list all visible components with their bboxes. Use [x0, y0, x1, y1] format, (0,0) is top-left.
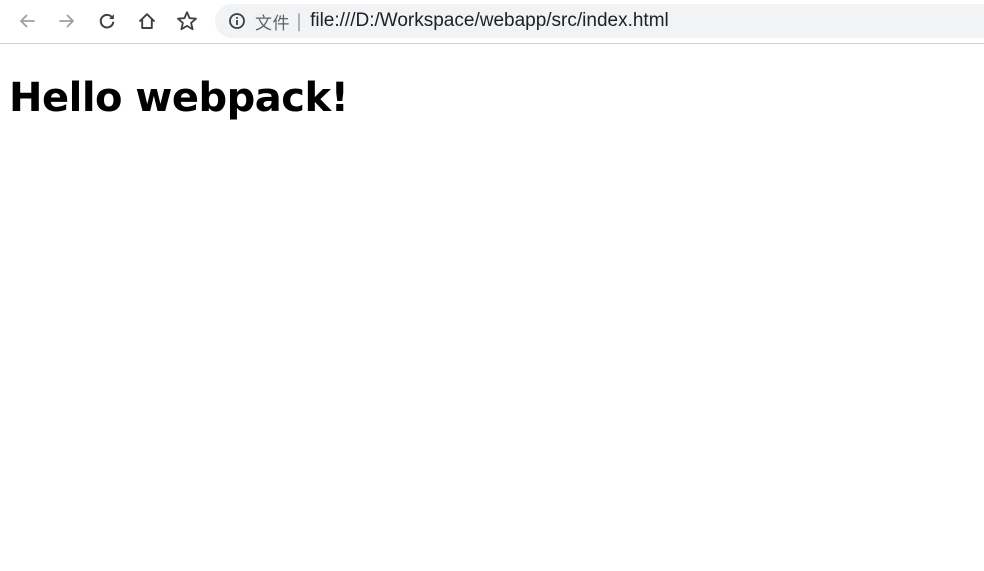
arrow-right-icon [57, 11, 77, 31]
home-button[interactable] [131, 5, 163, 37]
star-icon [176, 10, 198, 32]
forward-button[interactable] [51, 5, 83, 37]
reload-icon [97, 11, 117, 31]
reload-button[interactable] [91, 5, 123, 37]
browser-toolbar: 文件 | file:///D:/Workspace/webapp/src/ind… [0, 0, 984, 44]
bookmark-star-button[interactable] [171, 5, 203, 37]
scheme-label: 文件 [255, 13, 290, 34]
url-text[interactable]: file:///D:/Workspace/webapp/src/index.ht… [310, 10, 669, 32]
page-heading: Hello webpack! [9, 75, 349, 121]
scheme-separator: | [296, 10, 303, 32]
page-content: Hello webpack! [0, 45, 984, 571]
home-icon [137, 11, 157, 31]
back-button[interactable] [11, 5, 43, 37]
address-bar[interactable]: 文件 | file:///D:/Workspace/webapp/src/ind… [215, 4, 984, 38]
info-circle-icon[interactable] [228, 12, 246, 30]
arrow-left-icon [17, 11, 37, 31]
